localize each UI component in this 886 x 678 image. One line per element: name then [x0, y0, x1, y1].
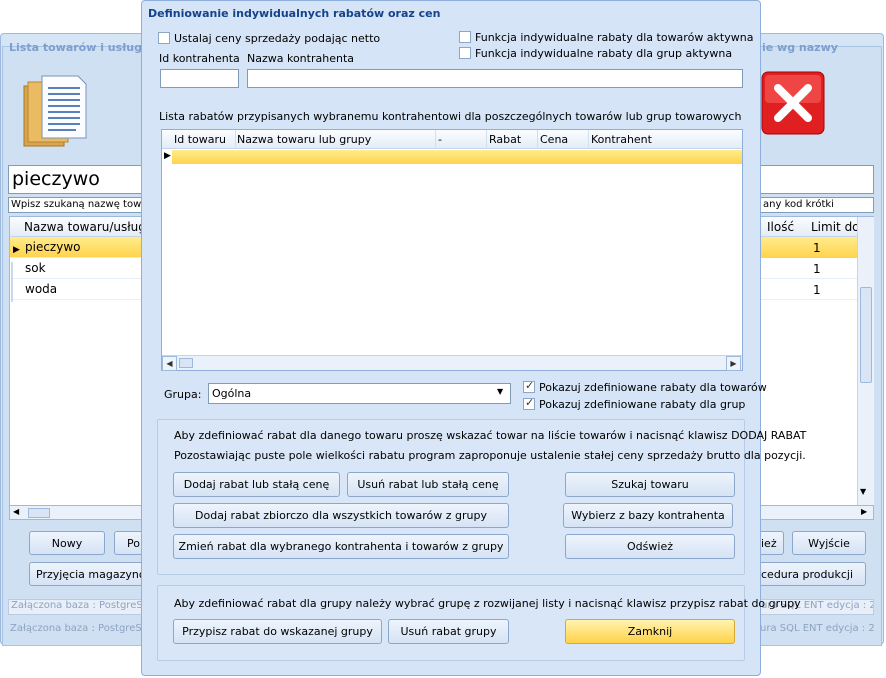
iez-button[interactable]: ież — [758, 531, 784, 555]
netto-label: Ustalaj ceny sprzedaży podając netto — [174, 32, 381, 45]
towary-active-label: Funkcja indywidualne rabaty dla towarów … — [475, 31, 754, 44]
nazwa-kontrahenta-label: Nazwa kontrahenta — [247, 52, 354, 65]
discount-grid[interactable]: Id towaru Nazwa towaru lub grupy - Rabat… — [161, 129, 743, 371]
discount-dialog: Definiowanie indywidualnych rabatów oraz… — [141, 0, 806, 676]
row-pointer-icon: ▶ — [164, 151, 171, 161]
row-pointer-icon: ▶ — [13, 245, 20, 255]
usun-rabat-grupy-button[interactable]: Usuń rabat grupy — [388, 619, 509, 644]
dialog-title: Definiowanie indywidualnych rabatów oraz… — [148, 7, 441, 20]
szukaj-towaru-button[interactable]: Szukaj towaru — [565, 472, 735, 497]
background-window-title: Lista towarów i usług - — [9, 41, 151, 54]
row-indicator — [11, 262, 13, 302]
status-bar-left: Załączona baza : PostgreSQ — [8, 599, 144, 615]
nazwa-kontrahenta-input[interactable] — [247, 69, 743, 88]
id-kontrahenta-label: Id kontrahenta — [159, 52, 240, 65]
grupa-select-value: Ogólna — [212, 387, 252, 400]
search-hint-right: any kod krótki — [760, 197, 874, 213]
towary-active-checkbox[interactable] — [459, 31, 471, 43]
po-button[interactable]: Po — [114, 531, 144, 555]
col-cena[interactable]: Cena — [540, 133, 568, 146]
odswiez-button[interactable]: Odśwież — [565, 534, 735, 559]
wybierz-kontrahenta-button[interactable]: Wybierz z bazy kontrahenta — [563, 503, 733, 528]
info-text-1: Aby zdefiniować rabat dla danego towaru … — [174, 429, 807, 442]
search-hint: Wpisz szukaną nazwę towa — [8, 197, 144, 213]
chevron-down-icon[interactable]: ▼ — [497, 387, 503, 396]
vertical-scrollbar[interactable]: ▼ — [857, 217, 874, 519]
id-kontrahenta-input[interactable] — [160, 69, 239, 88]
discount-grid-hscroll[interactable]: ◀ ▶ — [162, 355, 742, 371]
usun-rabat-button[interactable]: Usuń rabat lub stałą cenę — [347, 472, 509, 497]
grid-header-limit[interactable]: Limit do — [811, 220, 860, 234]
scroll-left-icon[interactable]: ◀ — [13, 507, 19, 516]
pokaz-grupy-label: Pokazuj zdefiniowane rabaty dla grup — [539, 398, 746, 411]
scroll-left-icon[interactable]: ◀ — [162, 356, 177, 371]
scroll-down-icon[interactable]: ▼ — [860, 487, 866, 496]
zamknij-button[interactable]: Zamknij — [565, 619, 735, 644]
grupy-active-checkbox[interactable] — [459, 47, 471, 59]
grid-header-qty[interactable]: Ilość — [767, 220, 794, 234]
przyjecia-button[interactable]: Przyjęcia magazynowe — [29, 562, 144, 586]
col-nazwa[interactable]: Nazwa towaru lub grupy — [237, 133, 371, 146]
left-hscroll[interactable]: ◀ — [9, 505, 143, 520]
hscroll-thumb[interactable] — [28, 508, 50, 518]
procedura-button[interactable]: cedura produkcji — [758, 562, 866, 586]
netto-checkbox[interactable] — [158, 32, 170, 44]
zmien-rabat-button[interactable]: Zmień rabat dla wybranego kontrahenta i … — [173, 534, 509, 559]
background-window-title-right: ie wg nazwy — [762, 41, 838, 54]
dodaj-rabat-button[interactable]: Dodaj rabat lub stałą cenę — [173, 472, 340, 497]
search-input[interactable]: pieczywo — [8, 165, 144, 194]
discount-list-label: Lista rabatów przypisanych wybranemu kon… — [159, 110, 742, 123]
products-grid-right[interactable]: Ilość Limit do 1 1 1 ▼ — [760, 216, 874, 520]
table-row[interactable]: woda — [10, 279, 141, 300]
table-row[interactable]: pieczywo — [10, 237, 141, 258]
col-dash[interactable]: - — [438, 133, 442, 146]
scroll-thumb[interactable] — [860, 287, 872, 383]
info-text-3: Aby zdefiniować rabat dla grupy należy w… — [174, 597, 801, 610]
products-grid[interactable]: Nazwa towaru/usług pieczywo sok woda — [9, 216, 142, 520]
status-bar-right-2: ura SQL ENT edycja : 2 — [760, 623, 874, 634]
col-rabat[interactable]: Rabat — [489, 133, 521, 146]
col-kontrahent[interactable]: Kontrahent — [591, 133, 652, 146]
search-input-right[interactable] — [760, 165, 874, 194]
dodaj-zbiorczo-button[interactable]: Dodaj rabat zbiorczo dla wszystkich towa… — [173, 503, 509, 528]
grid-header-name[interactable]: Nazwa towaru/usług — [10, 217, 141, 237]
close-red-icon[interactable] — [760, 70, 826, 136]
table-row[interactable] — [172, 150, 742, 164]
scroll-right-icon[interactable]: ▶ — [726, 356, 741, 371]
grupa-label: Grupa: — [164, 388, 202, 401]
przypisz-rabat-button[interactable]: Przypisz rabat do wskazanej grupy — [173, 619, 382, 644]
status-bar-left-2: Załączona baza : PostgreSQ — [10, 623, 144, 634]
pokaz-towary-checkbox[interactable] — [523, 379, 535, 393]
pokaz-towary-label: Pokazuj zdefiniowane rabaty dla towarów — [539, 381, 767, 394]
nowy-button[interactable]: Nowy — [29, 531, 105, 555]
pokaz-grupy-checkbox[interactable] — [523, 396, 535, 410]
grupa-select[interactable]: Ogólna ▼ — [208, 383, 511, 404]
discount-grid-header: Id towaru Nazwa towaru lub grupy - Rabat… — [162, 130, 742, 149]
table-row[interactable]: sok — [10, 258, 141, 279]
grupy-active-label: Funkcja indywidualne rabaty dla grup akt… — [475, 47, 733, 60]
wyjscie-button[interactable]: Wyjście — [792, 531, 866, 555]
hscroll-thumb[interactable] — [179, 358, 193, 368]
document-icon — [20, 72, 90, 150]
right-hscroll[interactable]: ▶ — [760, 505, 874, 520]
info-text-2: Pozostawiając puste pole wielkości rabat… — [174, 449, 806, 462]
col-id-towaru[interactable]: Id towaru — [174, 133, 226, 146]
scroll-right-icon[interactable]: ▶ — [861, 507, 867, 516]
